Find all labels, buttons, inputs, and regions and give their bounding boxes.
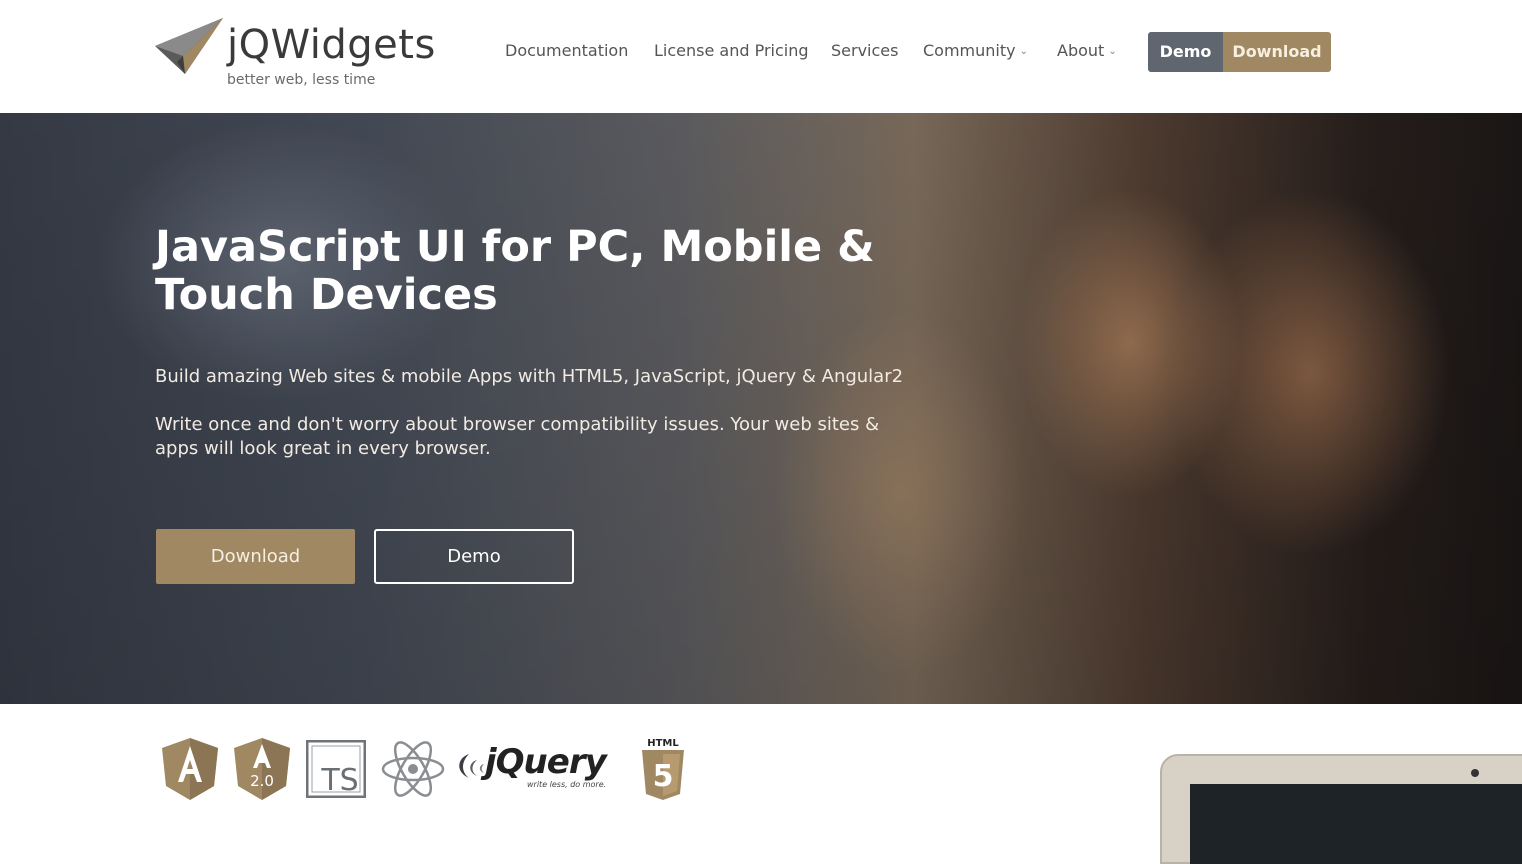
brand-tagline: better web, less time bbox=[227, 72, 376, 88]
brand-logo[interactable]: jQWidgets better web, less time bbox=[155, 18, 445, 93]
header-demo-button[interactable]: Demo bbox=[1148, 32, 1223, 72]
hero-banner: JavaScript UI for PC, Mobile & Touch Dev… bbox=[0, 113, 1522, 704]
hero-download-button[interactable]: Download bbox=[156, 529, 355, 584]
html5-label: HTML bbox=[647, 738, 679, 749]
jquery-logo: jQuery bbox=[485, 742, 607, 782]
hero-demo-button[interactable]: Demo bbox=[374, 529, 574, 584]
angular2-icon: 2.0 bbox=[234, 738, 290, 800]
html5-number: 5 bbox=[653, 759, 674, 794]
jquery-tagline: write less, do more. bbox=[527, 780, 607, 789]
nav-item-services[interactable]: Services bbox=[831, 41, 898, 60]
header-download-button[interactable]: Download bbox=[1223, 32, 1331, 72]
typescript-label: TS bbox=[320, 763, 358, 798]
laptop-mockup bbox=[1160, 754, 1522, 864]
html5-icon: HTML 5 bbox=[642, 738, 684, 800]
hero-title: JavaScript UI for PC, Mobile & Touch Dev… bbox=[155, 222, 875, 320]
typescript-icon: TS bbox=[306, 740, 366, 798]
laptop-screen bbox=[1190, 784, 1522, 864]
nav-item-about-label: About bbox=[1057, 41, 1105, 60]
chevron-down-icon: ⌄ bbox=[1019, 46, 1028, 57]
header-button-group: Demo Download bbox=[1148, 32, 1331, 72]
react-icon bbox=[381, 741, 445, 797]
hero-subtitle: Build amazing Web sites & mobile Apps wi… bbox=[155, 366, 904, 387]
nav-item-about[interactable]: About ⌄ bbox=[1057, 41, 1117, 60]
angular2-version: 2.0 bbox=[250, 772, 274, 790]
paper-plane-icon bbox=[155, 18, 223, 74]
chevron-down-icon: ⌄ bbox=[1108, 46, 1117, 57]
site-header: jQWidgets better web, less time Document… bbox=[0, 0, 1522, 113]
hero-description: Write once and don't worry about browser… bbox=[155, 414, 880, 459]
nav-item-community-label: Community bbox=[923, 41, 1016, 60]
technology-logos: 2.0 TS jQuery write less, do more. HTML … bbox=[0, 704, 1522, 864]
jquery-swirl-icon bbox=[459, 754, 484, 778]
nav-item-community[interactable]: Community ⌄ bbox=[923, 41, 1028, 60]
nav-item-license-pricing[interactable]: License and Pricing bbox=[654, 41, 809, 60]
nav-item-documentation[interactable]: Documentation bbox=[505, 41, 628, 60]
angular-icon bbox=[162, 738, 218, 800]
hero-background-photo bbox=[0, 113, 1522, 704]
laptop-camera bbox=[1471, 769, 1479, 777]
brand-name: jQWidgets bbox=[227, 22, 436, 68]
